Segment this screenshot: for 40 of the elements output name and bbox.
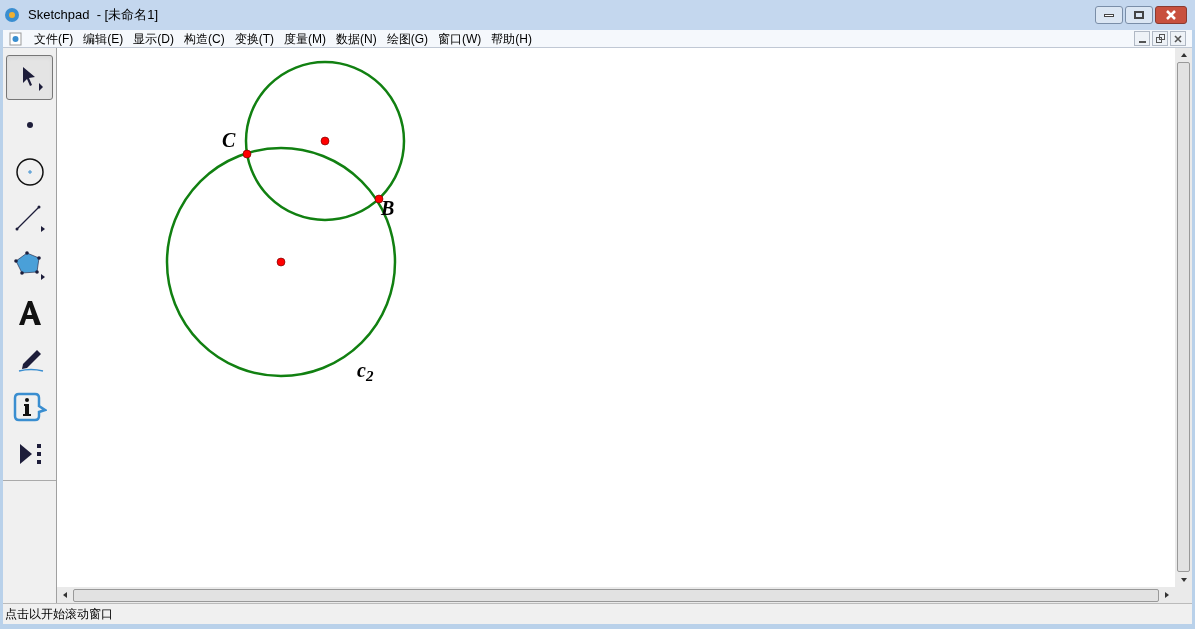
minimize-button[interactable]: [1095, 6, 1123, 24]
info-icon: [12, 391, 47, 422]
close-button[interactable]: [1170, 31, 1186, 46]
maximize-button[interactable]: [1125, 6, 1153, 24]
status-text: 点击以开始滚动窗口: [5, 606, 113, 623]
right-arrow-icon[interactable]: [1163, 591, 1171, 599]
horizontal-scrollbar[interactable]: [57, 587, 1192, 603]
minimize-button[interactable]: [1134, 31, 1150, 46]
point-icon: [25, 120, 34, 129]
app-logo-icon: [4, 7, 20, 23]
menu-item[interactable]: 窗口(W): [433, 29, 487, 48]
left-arrow-icon[interactable]: [61, 591, 69, 599]
tool-button[interactable]: [6, 55, 53, 100]
point-label: c$_{2}$: [357, 360, 374, 380]
line-segment-icon: [13, 203, 46, 234]
point-label: C: [222, 130, 236, 150]
restore-icon: [1155, 34, 1165, 43]
window-title: Sketchpad - [未命名1]: [28, 6, 159, 25]
point: [276, 257, 286, 267]
menu-item[interactable]: 数据(N): [331, 29, 382, 48]
vertical-scrollbar[interactable]: [1175, 48, 1192, 587]
close-button[interactable]: [1155, 6, 1187, 24]
menu-item[interactable]: 编辑(E): [78, 29, 129, 48]
menu-item[interactable]: 显示(D): [128, 29, 179, 48]
point: [320, 136, 330, 146]
restore-button[interactable]: [1152, 31, 1168, 46]
polygon-icon: [12, 249, 47, 282]
menu-item[interactable]: 构造(C): [179, 29, 230, 48]
up-arrow-icon[interactable]: [1179, 51, 1188, 59]
menu-item[interactable]: 文件(F): [29, 29, 79, 48]
circle-icon: [14, 156, 45, 187]
point: [242, 149, 252, 159]
down-arrow-icon[interactable]: [1179, 576, 1188, 584]
menu-item[interactable]: 绘图(G): [381, 29, 433, 48]
menu-item[interactable]: 帮助(H): [486, 29, 537, 48]
menu-item[interactable]: 变换(T): [229, 29, 279, 48]
close-icon: [1165, 10, 1177, 20]
close-icon: [1174, 34, 1182, 43]
point-label: B: [381, 198, 395, 218]
menu-item[interactable]: 度量(M): [279, 29, 331, 48]
